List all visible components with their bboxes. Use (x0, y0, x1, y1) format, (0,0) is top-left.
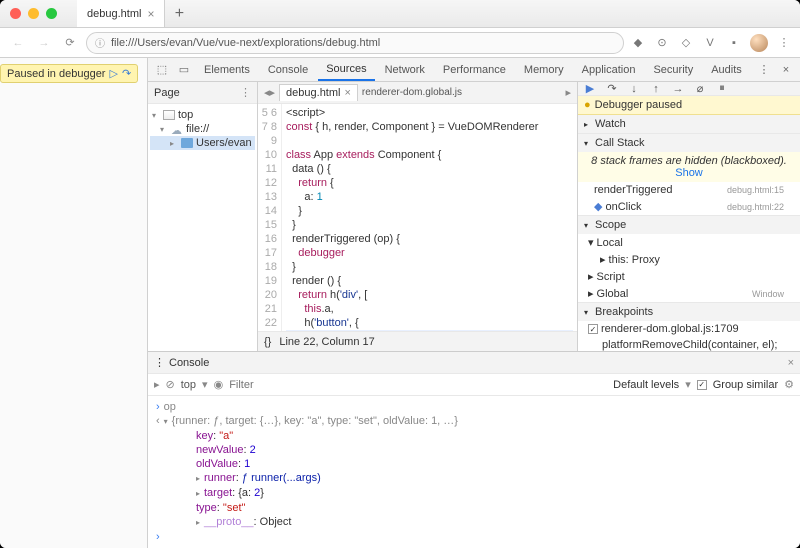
omnibox[interactable]: ⓘ file:///Users/evan/Vue/vue-next/explor… (86, 32, 624, 54)
extension-icon[interactable]: ◇ (678, 35, 694, 51)
close-window-button[interactable] (10, 8, 21, 19)
console-output[interactable]: ›op ‹▾{runner: ƒ, target: {…}, key: "a",… (148, 396, 800, 548)
tab-security[interactable]: Security (645, 58, 701, 81)
context-selector[interactable]: top (181, 379, 196, 391)
warning-icon: ● (584, 99, 591, 111)
settings-icon[interactable]: ⋮ (754, 63, 774, 76)
source-editor[interactable]: 5 6 7 8 9 10 11 12 13 14 15 16 17 18 19 … (258, 104, 577, 331)
stack-frame[interactable]: renderTriggereddebug.html:15 (578, 182, 800, 198)
tab-console[interactable]: Console (260, 58, 316, 81)
forward-button[interactable]: → (34, 33, 54, 53)
file-tab[interactable]: renderer-dom.global.js (362, 87, 462, 98)
tree-folder[interactable]: ▸Users/evan (150, 136, 255, 150)
step-over-icon[interactable]: ↷ (604, 82, 620, 95)
scope-script[interactable]: ▸Script (578, 268, 800, 285)
step-icon[interactable]: ↷ (122, 67, 131, 80)
tab-audits[interactable]: Audits (703, 58, 750, 81)
blackbox-notice: 8 stack frames are hidden (blackboxed). … (578, 152, 800, 182)
close-file-icon[interactable]: × (344, 87, 350, 99)
maximize-window-button[interactable] (46, 8, 57, 19)
cursor-position: Line 22, Column 17 (279, 336, 374, 348)
tab-performance[interactable]: Performance (435, 58, 514, 81)
step-out-icon[interactable]: ↑ (648, 83, 664, 95)
tree-top[interactable]: ▾top (150, 108, 255, 122)
editor-status-bar: {} Line 22, Column 17 (258, 331, 577, 351)
show-blackboxed-link[interactable]: Show (675, 167, 703, 179)
close-tab-icon[interactable]: × (147, 7, 154, 21)
extension-icon[interactable]: ⊙ (654, 35, 670, 51)
close-drawer-icon[interactable]: × (788, 357, 794, 369)
paused-in-debugger-badge: Paused in debugger ▷ ↷ (0, 64, 138, 83)
extension-icon[interactable]: ◆ (630, 35, 646, 51)
watch-section[interactable]: ▸Watch (578, 115, 800, 133)
extension-icon[interactable]: V (702, 35, 718, 51)
file-tab-active[interactable]: debug.html× (279, 84, 358, 101)
tab-title: debug.html (87, 8, 141, 20)
tree-origin[interactable]: ▾☁file:// (150, 122, 255, 136)
clear-console-icon[interactable]: ⊘ (166, 378, 175, 391)
console-settings-icon[interactable]: ⚙ (784, 378, 794, 391)
scope-section[interactable]: ▾Scope (578, 216, 800, 234)
scope-this[interactable]: ▸this: Proxy (578, 251, 800, 268)
devtools-tabs: ⬚ ▭ Elements Console Sources Network Per… (148, 58, 800, 82)
menu-icon[interactable]: ⋮ (776, 35, 792, 51)
tab-application[interactable]: Application (574, 58, 644, 81)
page-navigator-bar: Page ⋮ (148, 82, 257, 104)
minimize-window-button[interactable] (28, 8, 39, 19)
console-filter-input[interactable] (229, 379, 607, 391)
callstack-section[interactable]: ▾Call Stack (578, 134, 800, 152)
browser-tab[interactable]: debug.html × (77, 0, 165, 27)
resume-icon[interactable]: ▷ (109, 67, 117, 80)
inspect-element-icon[interactable]: ⬚ (152, 63, 172, 76)
breakpoint-checkbox[interactable]: ✓ (588, 324, 598, 334)
stack-frame[interactable]: ◆onClickdebug.html:22 (578, 198, 800, 215)
extension-icon[interactable]: ▪ (726, 35, 742, 51)
back-button[interactable]: ← (8, 33, 28, 53)
tab-memory[interactable]: Memory (516, 58, 572, 81)
tab-elements[interactable]: Elements (196, 58, 258, 81)
editor-file-tabs: ◂▸ debug.html× renderer-dom.global.js ▸ (258, 82, 577, 104)
info-icon: ⓘ (95, 35, 105, 50)
more-icon[interactable]: ⋮ (240, 86, 251, 99)
run-snippet-icon[interactable]: ▸ (565, 86, 571, 99)
profile-avatar[interactable] (750, 34, 768, 52)
reload-button[interactable]: ⟳ (60, 33, 80, 53)
tab-network[interactable]: Network (377, 58, 433, 81)
pause-exceptions-icon[interactable]: ⏸ (714, 82, 730, 95)
close-devtools-icon[interactable]: × (776, 64, 796, 76)
deactivate-breakpoints-icon[interactable]: ⌀ (692, 82, 708, 95)
tab-sources[interactable]: Sources (318, 58, 374, 81)
breakpoints-section[interactable]: ▾Breakpoints (578, 303, 800, 321)
scope-local[interactable]: ▾Local (578, 234, 800, 251)
new-tab-button[interactable]: + (165, 0, 193, 27)
drawer-menu-icon[interactable]: ⋮ (154, 356, 165, 369)
console-toolbar: ▸ ⊘ top▾ ◉ Default levels▾ ✓ Group simil… (148, 374, 800, 396)
nav-icon[interactable]: ◂▸ (264, 86, 275, 99)
console-drawer-header: ⋮ Console × (148, 352, 800, 374)
sidebar-toggle-icon[interactable]: ▸ (154, 378, 160, 391)
address-bar: ← → ⟳ ⓘ file:///Users/evan/Vue/vue-next/… (0, 28, 800, 58)
page-content-area: Paused in debugger ▷ ↷ (0, 58, 148, 548)
device-toolbar-icon[interactable]: ▭ (174, 63, 194, 76)
debugger-controls: ▶ ↷ ↓ ↑ → ⌀ ⏸ (578, 82, 800, 96)
log-levels-selector[interactable]: Default levels (613, 379, 679, 391)
breakpoint-item[interactable]: ✓renderer-dom.global.js:1709 (578, 321, 800, 337)
resume-icon[interactable]: ▶ (582, 82, 598, 95)
step-into-icon[interactable]: ↓ (626, 83, 642, 95)
debugger-paused-banner: ● Debugger paused (578, 96, 800, 115)
scope-global[interactable]: ▸GlobalWindow (578, 285, 800, 302)
pretty-print-icon[interactable]: {} (264, 336, 271, 348)
file-tree: ▾top ▾☁file:// ▸Users/evan (148, 104, 257, 154)
step-icon[interactable]: → (670, 83, 686, 95)
group-similar-checkbox[interactable]: ✓ (697, 380, 707, 390)
window-titlebar: debug.html × + (0, 0, 800, 28)
